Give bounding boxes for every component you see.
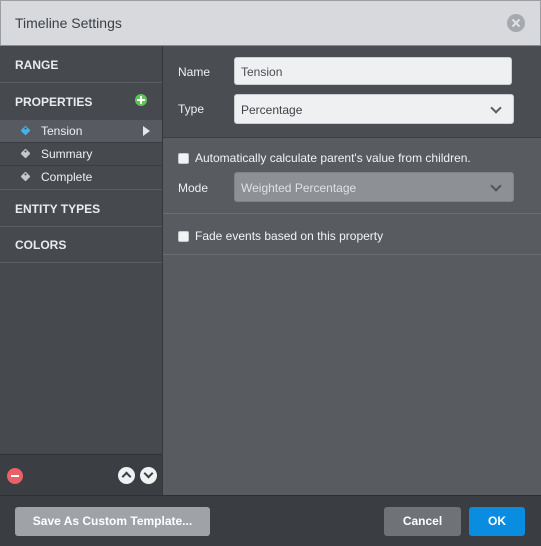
property-label: Summary [41, 147, 93, 161]
fade-section: Fade events based on this property [163, 214, 541, 255]
move-down-icon[interactable] [140, 467, 157, 484]
type-select-value: Percentage [241, 103, 303, 117]
sidebar-item-label: ENTITY TYPES [15, 202, 101, 216]
property-label: Tension [41, 124, 83, 138]
auto-calculate-label: Automatically calculate parent's value f… [195, 151, 471, 165]
ok-button[interactable]: OK [469, 507, 525, 536]
chevron-down-icon [490, 102, 502, 114]
dialog-titlebar: Timeline Settings [0, 0, 541, 46]
sidebar-item-colors[interactable]: COLORS [0, 226, 162, 263]
sidebar-item-label: PROPERTIES [15, 95, 93, 109]
move-up-icon[interactable] [118, 467, 135, 484]
property-label: Complete [41, 170, 93, 184]
sidebar-item-label: RANGE [15, 58, 59, 72]
dialog-title: Timeline Settings [15, 15, 122, 31]
play-arrow-icon [143, 126, 150, 136]
sidebar-item-label: COLORS [15, 238, 67, 252]
tag-icon [20, 148, 31, 159]
tag-icon [20, 125, 31, 136]
sidebar-footer [0, 454, 162, 496]
mode-label: Mode [178, 181, 209, 195]
name-input[interactable]: Tension [234, 57, 512, 85]
sidebar-item-entity-types[interactable]: ENTITY TYPES [0, 189, 162, 227]
add-icon[interactable] [135, 94, 147, 106]
property-item-summary[interactable]: Summary [0, 143, 162, 165]
name-label: Name [178, 65, 211, 79]
cancel-button[interactable]: Cancel [384, 507, 461, 536]
type-select[interactable]: Percentage [234, 94, 514, 124]
property-basics-section: Name Tension Type Percentage [163, 46, 541, 138]
calculation-section: Automatically calculate parent's value f… [163, 138, 541, 214]
timeline-settings-dialog: Timeline Settings RANGE PROPERTIES Tensi… [0, 0, 541, 546]
property-editor: Name Tension Type Percentage Automatical… [163, 46, 541, 495]
fade-events-label: Fade events based on this property [195, 229, 384, 243]
remove-icon[interactable] [7, 468, 23, 484]
save-as-template-button[interactable]: Save As Custom Template... [15, 507, 210, 536]
auto-calculate-checkbox[interactable] [178, 153, 189, 164]
settings-sidebar: RANGE PROPERTIES Tension Summary Complet… [0, 46, 163, 495]
fade-events-checkbox[interactable] [178, 231, 189, 242]
type-label: Type [178, 102, 205, 116]
close-icon[interactable] [507, 14, 525, 32]
sidebar-item-range[interactable]: RANGE [0, 46, 162, 83]
property-item-complete[interactable]: Complete [0, 166, 162, 188]
tag-icon [20, 171, 31, 182]
chevron-down-icon [490, 180, 502, 192]
property-item-tension[interactable]: Tension [0, 120, 162, 142]
dialog-footer: Save As Custom Template... Cancel OK [0, 495, 541, 546]
mode-select-value: Weighted Percentage [241, 181, 357, 195]
mode-select[interactable]: Weighted Percentage [234, 172, 514, 202]
